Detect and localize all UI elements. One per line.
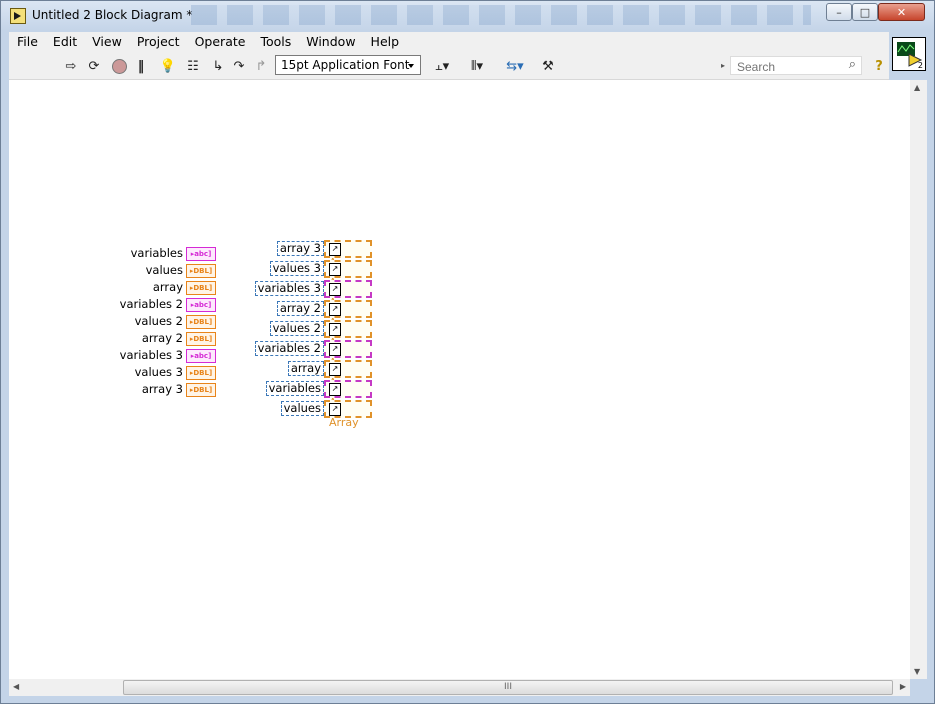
scroll-up-icon[interactable]: ▲ [914, 83, 920, 92]
vertical-scrollbar[interactable]: ▲ ▼ [910, 80, 927, 679]
vi-connector-icon[interactable]: 2 [892, 37, 926, 71]
search-icon[interactable]: ⌕ [849, 57, 856, 72]
array-property-node[interactable]: ↗Array [324, 260, 372, 289]
control-terminal[interactable]: ▸DBL] [186, 264, 216, 278]
maximize-button[interactable]: □ [852, 3, 878, 21]
control-label: values [145, 263, 183, 277]
scroll-left-icon[interactable]: ◀ [13, 682, 19, 691]
menu-edit[interactable]: Edit [45, 32, 84, 52]
block-diagram-window: Untitled 2 Block Diagram * – □ ✕ File Ed… [0, 0, 935, 704]
reference-arrow-icon: ↗ [329, 343, 341, 356]
scroll-right-icon[interactable]: ▶ [900, 682, 906, 691]
control-terminal[interactable]: ▸DBL] [186, 383, 216, 397]
reference-arrow-icon: ↗ [329, 303, 341, 316]
menu-project[interactable]: Project [129, 32, 187, 52]
search-input[interactable] [735, 58, 839, 75]
control-terminal[interactable]: ▸abc] [186, 349, 216, 363]
control-label: values 3 [134, 365, 183, 379]
vi-icon-number: 2 [917, 61, 923, 70]
property-node-label: variables 2 [254, 341, 324, 356]
property-node-label: variables 3 [254, 281, 324, 296]
step-into-icon[interactable]: ↳ [209, 57, 227, 75]
property-node-label: values 2 [269, 321, 324, 336]
search-box: ▸ ⌕ [721, 56, 862, 75]
scroll-down-icon[interactable]: ▼ [914, 667, 920, 676]
clean-up-diagram-icon[interactable]: ⚒ [537, 57, 559, 75]
array-property-node[interactable]: ↗Array [324, 380, 372, 409]
property-node-label: array 2 [276, 301, 324, 316]
reference-arrow-icon: ↗ [329, 363, 341, 376]
run-arrow-icon[interactable]: ⇨ [62, 57, 80, 75]
chevron-down-icon [408, 64, 414, 68]
menu-help[interactable]: Help [363, 32, 407, 52]
control-label: array 2 [141, 331, 183, 345]
property-node-label: values [280, 401, 324, 416]
menu-view[interactable]: View [84, 32, 129, 52]
highlight-execution-icon[interactable]: 💡 [159, 57, 177, 75]
align-objects-icon[interactable]: ⫠▾ [430, 57, 454, 75]
property-node-label: variables [265, 381, 324, 396]
horizontal-scroll-thumb[interactable]: III [123, 680, 893, 695]
menu-bar: File Edit View Project Operate Tools Win… [9, 32, 889, 52]
menu-tools[interactable]: Tools [252, 32, 298, 52]
reference-arrow-icon: ↗ [329, 403, 341, 416]
control-terminal[interactable]: ▸DBL] [186, 315, 216, 329]
control-terminal[interactable]: ▸DBL] [186, 332, 216, 346]
property-node-label: values 3 [269, 261, 324, 276]
reference-arrow-icon: ↗ [329, 383, 341, 396]
property-node-label: array [287, 361, 324, 376]
control-label: array 3 [141, 382, 183, 396]
menu-file[interactable]: File [9, 32, 45, 52]
distribute-objects-icon[interactable]: ⫴▾ [465, 57, 489, 75]
control-label: variables [130, 246, 183, 260]
menu-window[interactable]: Window [298, 32, 362, 52]
font-selector-value: 15pt Application Font [281, 58, 410, 72]
retain-wire-values-icon[interactable]: ☷ [184, 57, 202, 75]
step-out-icon[interactable]: ↱ [252, 57, 270, 75]
font-selector[interactable]: 15pt Application Font [275, 55, 421, 75]
reference-arrow-icon: ↗ [329, 283, 341, 296]
window-title: Untitled 2 Block Diagram * [32, 8, 193, 22]
pause-icon[interactable]: ‖ [132, 57, 150, 75]
control-terminal[interactable]: ▸DBL] [186, 281, 216, 295]
array-property-node[interactable]: ↗Array [324, 280, 372, 309]
minimize-button[interactable]: – [826, 3, 852, 21]
control-terminal[interactable]: ▸abc] [186, 247, 216, 261]
control-label: variables 3 [119, 348, 183, 362]
run-continuously-icon[interactable]: ⟳ [85, 57, 103, 75]
title-bar[interactable]: Untitled 2 Block Diagram * – □ ✕ [1, 1, 934, 31]
array-property-node[interactable]: ↗Array [324, 300, 372, 329]
control-terminal[interactable]: ▸abc] [186, 298, 216, 312]
background-window-strip [191, 5, 811, 25]
toolbar: ⇨ ⟳ ‖ 💡 ☷ ↳ ↷ ↱ 15pt Application Font ⫠▾… [9, 52, 889, 80]
reference-arrow-icon: ↗ [329, 263, 341, 276]
control-label: variables 2 [119, 297, 183, 311]
block-diagram-canvas[interactable]: variables ▸abc] values ▸DBL] array ▸DBL] varia… [9, 80, 910, 679]
close-button[interactable]: ✕ [878, 3, 925, 21]
array-property-node[interactable]: ↗Array [324, 360, 372, 389]
reference-arrow-icon: ↗ [329, 323, 341, 336]
menu-operate[interactable]: Operate [187, 32, 253, 52]
array-property-node[interactable]: ↗Array [324, 340, 372, 369]
horizontal-scrollbar[interactable]: ◀ III ▶ [9, 679, 910, 696]
abort-icon[interactable] [110, 57, 128, 75]
property-node-label: array 3 [276, 241, 324, 256]
control-terminal[interactable]: ▸DBL] [186, 366, 216, 380]
reference-arrow-icon: ↗ [329, 243, 341, 256]
array-property-node[interactable]: ↗Array [324, 240, 372, 269]
control-label: array [152, 280, 183, 294]
search-options-icon[interactable]: ▸ [721, 61, 725, 70]
help-icon[interactable]: ? [870, 57, 888, 75]
property-name: Array [329, 416, 359, 429]
array-property-node[interactable]: ↗Array [324, 400, 372, 429]
control-label: values 2 [134, 314, 183, 328]
labview-vi-icon [10, 8, 26, 24]
array-property-node[interactable]: ↗Array [324, 320, 372, 349]
step-over-icon[interactable]: ↷ [230, 57, 248, 75]
reorder-icon[interactable]: ⇆▾ [503, 57, 527, 75]
